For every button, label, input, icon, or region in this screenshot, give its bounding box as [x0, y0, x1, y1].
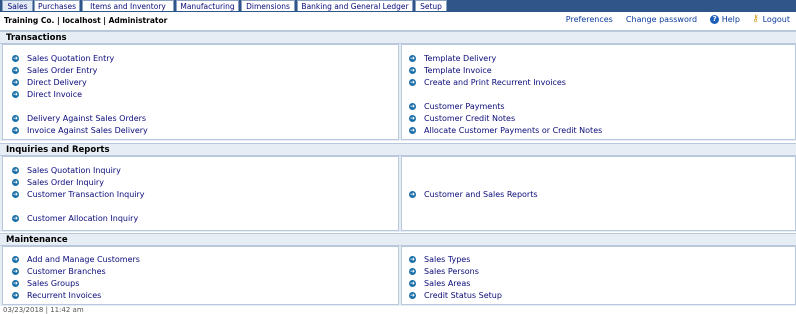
- arrow-circle-icon: ➜: [409, 280, 416, 287]
- link-credit-status-setup[interactable]: ➜ Credit Status Setup: [409, 290, 502, 301]
- transactions-left-panel: ➜ Sales Quotation Entry ➜ Sales Order Entr…: [2, 44, 399, 140]
- link-sales-quotation-inquiry[interactable]: ➜ Sales Quotation Inquiry: [12, 165, 121, 176]
- maintenance-left-panel: ➜ Add and Manage Customers ➜ Customer Bran…: [2, 246, 399, 305]
- arrow-circle-icon: ➜: [12, 167, 19, 174]
- arrow-circle-icon: ➜: [12, 292, 19, 299]
- link-delivery-against-sales-orders[interactable]: ➜ Delivery Against Sales Orders: [12, 113, 146, 124]
- link-customer-branches[interactable]: ➜ Customer Branches: [12, 266, 106, 277]
- link-sales-persons[interactable]: ➜ Sales Persons: [409, 266, 479, 277]
- arrow-circle-icon: ➜: [409, 115, 416, 122]
- link-create-recurrent-invoices[interactable]: ➜ Create and Print Recurrent Invoices: [409, 77, 566, 88]
- footer-datetime: 03/23/2018 | 11:42 am: [3, 306, 84, 314]
- user-links: Preferences Change password ? Help ⚷ Log…: [566, 15, 790, 24]
- preferences-link[interactable]: Preferences: [566, 15, 613, 24]
- link-recurrent-invoices[interactable]: ➜ Recurrent Invoices: [12, 290, 101, 301]
- link-direct-delivery[interactable]: ➜ Direct Delivery: [12, 77, 87, 88]
- link-sales-areas[interactable]: ➜ Sales Areas: [409, 278, 470, 289]
- help-icon[interactable]: ?: [710, 15, 720, 24]
- arrow-circle-icon: ➜: [12, 215, 19, 222]
- link-sales-groups[interactable]: ➜ Sales Groups: [12, 278, 79, 289]
- arrow-circle-icon: ➜: [12, 280, 19, 287]
- link-sales-quotation-entry[interactable]: ➜ Sales Quotation Entry: [12, 53, 114, 64]
- inquiries-right-panel: ➜ Customer and Sales Reports: [401, 156, 796, 231]
- header-bar: Training Co. | localhost | Administrator…: [0, 12, 796, 31]
- logout-link[interactable]: Logout: [763, 15, 790, 24]
- arrow-circle-icon: ➜: [12, 115, 19, 122]
- inquiries-heading: Inquiries and Reports: [0, 143, 796, 156]
- arrow-circle-icon: ➜: [409, 127, 416, 134]
- link-template-invoice[interactable]: ➜ Template Invoice: [409, 65, 492, 76]
- link-sales-types[interactable]: ➜ Sales Types: [409, 254, 470, 265]
- tab-items-and-inventory[interactable]: Items and Inventory: [82, 0, 174, 11]
- link-add-manage-customers[interactable]: ➜ Add and Manage Customers: [12, 254, 140, 265]
- link-sales-order-entry[interactable]: ➜ Sales Order Entry: [12, 65, 97, 76]
- link-customer-transaction-inquiry[interactable]: ➜ Customer Transaction Inquiry: [12, 189, 145, 200]
- tab-sales[interactable]: Sales: [2, 0, 33, 11]
- module-tab-bar: Sales Purchases Items and Inventory Manu…: [0, 0, 796, 12]
- maintenance-right-panel: ➜ Sales Types ➜ Sales Persons ➜ Sales Areas…: [401, 246, 796, 305]
- transactions-heading: Transactions: [0, 31, 796, 44]
- key-icon[interactable]: ⚷: [751, 15, 760, 24]
- tab-manufacturing[interactable]: Manufacturing: [176, 0, 239, 11]
- arrow-circle-icon: ➜: [12, 268, 19, 275]
- arrow-circle-icon: ➜: [409, 256, 416, 263]
- company-info: Training Co. | localhost | Administrator: [4, 16, 168, 25]
- transactions-right-panel: ➜ Template Delivery ➜ Template Invoice ➜ Cr…: [401, 44, 796, 140]
- arrow-circle-icon: ➜: [409, 67, 416, 74]
- tab-setup[interactable]: Setup: [415, 0, 447, 11]
- arrow-circle-icon: ➜: [409, 191, 416, 198]
- link-customer-and-sales-reports[interactable]: ➜ Customer and Sales Reports: [409, 189, 538, 200]
- arrow-circle-icon: ➜: [12, 55, 19, 62]
- help-link[interactable]: Help: [722, 15, 740, 24]
- arrow-circle-icon: ➜: [12, 91, 19, 98]
- arrow-circle-icon: ➜: [409, 292, 416, 299]
- link-customer-credit-notes[interactable]: ➜ Customer Credit Notes: [409, 113, 515, 124]
- arrow-circle-icon: ➜: [12, 179, 19, 186]
- link-invoice-against-sales-delivery[interactable]: ➜ Invoice Against Sales Delivery: [12, 125, 148, 136]
- arrow-circle-icon: ➜: [409, 103, 416, 110]
- change-password-link[interactable]: Change password: [626, 15, 697, 24]
- maintenance-heading: Maintenance: [0, 233, 796, 246]
- arrow-circle-icon: ➜: [409, 55, 416, 62]
- arrow-circle-icon: ➜: [12, 79, 19, 86]
- link-allocate-customer-payments[interactable]: ➜ Allocate Customer Payments or Credit No…: [409, 125, 602, 136]
- arrow-circle-icon: ➜: [409, 268, 416, 275]
- tab-dimensions[interactable]: Dimensions: [241, 0, 295, 11]
- tab-banking-and-general-ledger[interactable]: Banking and General Ledger: [297, 0, 413, 11]
- tab-purchases[interactable]: Purchases: [34, 0, 80, 11]
- arrow-circle-icon: ➜: [12, 67, 19, 74]
- arrow-circle-icon: ➜: [12, 191, 19, 198]
- link-direct-invoice[interactable]: ➜ Direct Invoice: [12, 89, 82, 100]
- inquiries-left-panel: ➜ Sales Quotation Inquiry ➜ Sales Order In…: [2, 156, 399, 231]
- arrow-circle-icon: ➜: [409, 79, 416, 86]
- link-sales-order-inquiry[interactable]: ➜ Sales Order Inquiry: [12, 177, 104, 188]
- link-template-delivery[interactable]: ➜ Template Delivery: [409, 53, 496, 64]
- link-customer-allocation-inquiry[interactable]: ➜ Customer Allocation Inquiry: [12, 213, 138, 224]
- arrow-circle-icon: ➜: [12, 256, 19, 263]
- arrow-circle-icon: ➜: [12, 127, 19, 134]
- link-customer-payments[interactable]: ➜ Customer Payments: [409, 101, 505, 112]
